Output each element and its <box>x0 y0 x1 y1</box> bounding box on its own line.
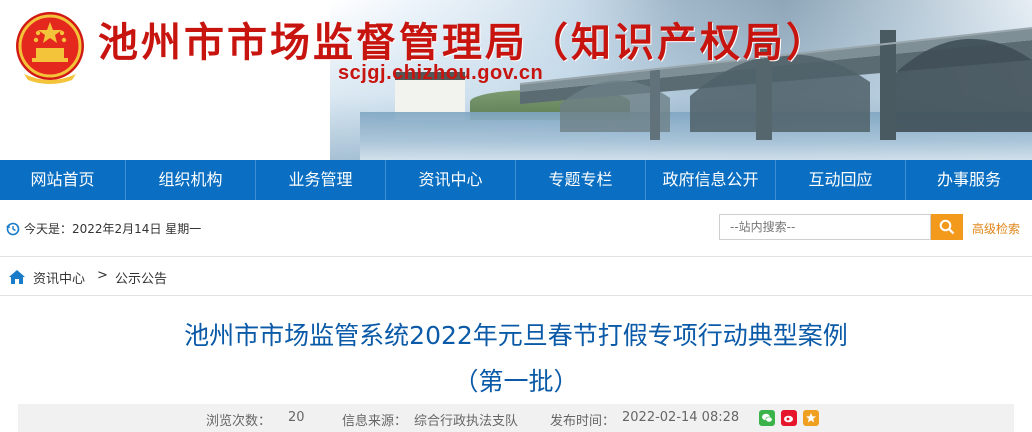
nav-item-services[interactable]: 办事服务 <box>906 160 1032 200</box>
date-display: 今天是：2022年2月14日 星期一 <box>6 220 201 237</box>
site-domain: scjgj.chizhou.gov.cn <box>338 62 544 84</box>
site-banner: 池州市市场监督管理局（知识产权局） scjgj.chizhou.gov.cn <box>0 0 1032 160</box>
nav-item-gov-info[interactable]: 政府信息公开 <box>646 160 776 200</box>
nav-item-topics[interactable]: 专题专栏 <box>516 160 646 200</box>
search-input[interactable] <box>719 214 931 240</box>
source-value: 综合行政执法支队 <box>414 414 519 429</box>
site-title: 池州市市场监督管理局（知识产权局） <box>98 20 829 66</box>
article-title-line1: 池州市市场监管系统2022年元旦春节打假专项行动典型案例 <box>184 321 848 350</box>
nav-item-business[interactable]: 业务管理 <box>256 160 386 200</box>
nav-item-interaction[interactable]: 互动回应 <box>776 160 906 200</box>
views-label: 浏览次数： <box>206 414 272 429</box>
breadcrumb-item-news[interactable]: 资讯中心 <box>33 268 85 287</box>
nav-item-home[interactable]: 网站首页 <box>0 160 126 200</box>
article-title: 池州市市场监管系统2022年元旦春节打假专项行动典型案例 （第一批） <box>0 318 1032 400</box>
views-count: 20 <box>288 410 305 425</box>
source-label: 信息来源： <box>342 414 408 429</box>
search-button[interactable] <box>931 214 963 240</box>
breadcrumb: 资讯中心 > 公示公告 <box>0 256 1032 296</box>
wechat-icon[interactable] <box>759 410 775 426</box>
article-title-line2: （第一批） <box>453 367 579 396</box>
published-value: 2022-02-14 08:28 <box>622 410 740 425</box>
nav-item-news[interactable]: 资讯中心 <box>386 160 516 200</box>
breadcrumb-separator: > <box>97 268 108 283</box>
info-bar: 今天是：2022年2月14日 星期一 高级检索 <box>0 200 1032 256</box>
date-text: 今天是：2022年2月14日 星期一 <box>24 222 202 236</box>
search-icon <box>939 219 955 235</box>
home-icon[interactable] <box>8 269 26 285</box>
breadcrumb-item-notices[interactable]: 公示公告 <box>115 268 167 287</box>
refresh-clock-icon <box>6 222 20 235</box>
published-label: 发布时间： <box>550 414 616 429</box>
national-emblem-icon <box>16 12 84 84</box>
article-meta: 浏览次数： 20 信息来源： 综合行政执法支队 发布时间： 2022-02-14… <box>18 404 1014 432</box>
favorite-icon[interactable] <box>803 410 819 426</box>
weibo-icon[interactable] <box>781 410 797 426</box>
nav-item-organization[interactable]: 组织机构 <box>126 160 256 200</box>
main-nav: 网站首页 组织机构 业务管理 资讯中心 专题专栏 政府信息公开 互动回应 办事服… <box>0 160 1032 200</box>
advanced-search-link[interactable]: 高级检索 <box>972 220 1020 237</box>
